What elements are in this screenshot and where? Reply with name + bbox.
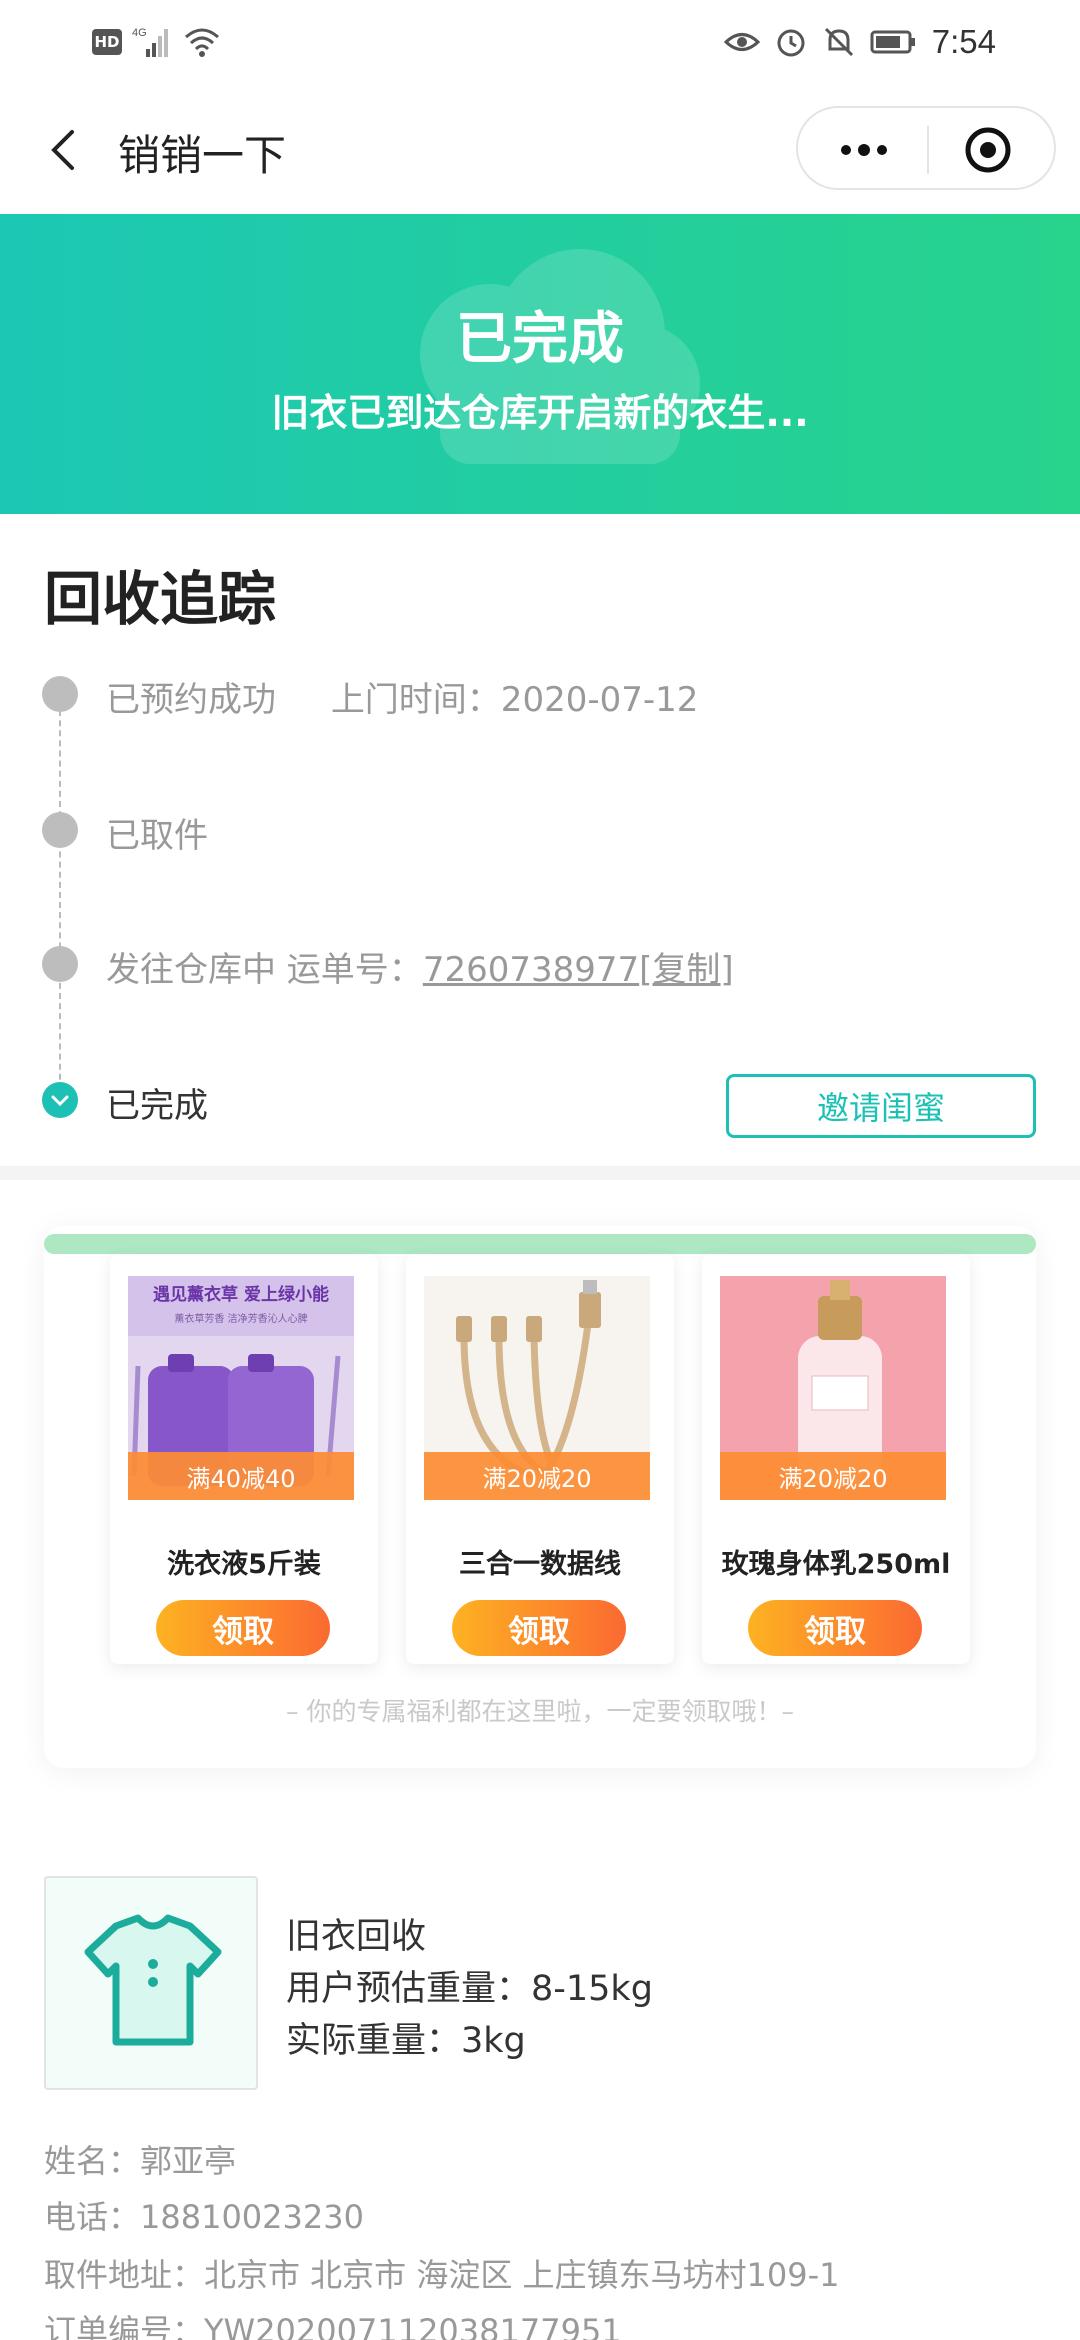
capsule-divider	[927, 126, 929, 174]
close-target-icon[interactable]	[964, 126, 1012, 174]
page-title: 销销一下	[118, 131, 287, 180]
timeline-step: 已取件	[106, 808, 208, 857]
visit-time: 上门时间：2020-07-12	[330, 680, 699, 720]
tracking-title: 回收追踪	[44, 565, 277, 633]
signal-icon: 4G	[132, 27, 168, 57]
product-type: 旧衣回收	[286, 1917, 427, 1957]
coupon-card: 遇见薰衣草 爱上绿小能 薰衣草芳香 洁净芳香沁人心脾 满40减40 洗衣液5斤装…	[110, 1254, 378, 1664]
coupon-tag: 满20减20	[720, 1452, 946, 1500]
step-label: 已预约成功	[106, 680, 276, 720]
contact-name: 姓名：郭亚亭	[44, 2142, 237, 2180]
status-bar: HD 4G 7:54	[0, 0, 1080, 86]
timeline-dot-done	[42, 1082, 78, 1118]
status-time: 7:54	[931, 23, 996, 60]
waybill-link[interactable]: 7260738977	[423, 950, 639, 990]
shirt-icon	[84, 1914, 222, 2046]
pickup-address: 取件地址：北京市 北京市 海淀区 上庄镇东马坊村109-1	[44, 2256, 840, 2294]
coupon-card: 满20减20 三合一数据线 领取	[406, 1254, 674, 1664]
timeline-line	[59, 700, 61, 1100]
detergent-banner-text: 遇见薰衣草 爱上绿小能	[153, 1284, 329, 1305]
order-number: 订单编号：YW202007112038177951	[44, 2312, 622, 2340]
more-icon[interactable]	[828, 128, 900, 172]
mute-bell-icon	[824, 27, 853, 57]
copy-link[interactable]: [复制]	[639, 950, 734, 990]
wifi-icon	[185, 28, 219, 57]
claim-coupon-button[interactable]: 领取	[748, 1600, 922, 1656]
claim-coupon-button[interactable]: 领取	[156, 1600, 330, 1656]
alarm-icon	[777, 29, 805, 57]
invite-friend-button[interactable]: 邀请闺蜜	[726, 1074, 1036, 1138]
banner-title: 已完成	[456, 307, 624, 372]
timeline-dot	[42, 676, 78, 712]
coupon-tag: 满20减20	[424, 1452, 650, 1500]
status-banner: 已完成 旧衣已到达仓库开启新的衣生...	[0, 214, 1080, 514]
eye-icon	[723, 33, 760, 51]
coupon-name: 玫瑰身体乳250ml	[721, 1549, 951, 1580]
status-right: 7:54	[723, 22, 996, 62]
actual-weight: 实际重量：3kg	[286, 2021, 526, 2061]
coupon-name: 洗衣液5斤装	[167, 1549, 321, 1580]
estimated-weight: 用户预估重量：8-15kg	[286, 1969, 653, 2009]
timeline-dot	[42, 812, 78, 848]
nav-bar: 销销一下	[0, 86, 1080, 214]
coupon-tag: 满40减40	[128, 1452, 354, 1500]
coupon-card: 满20减20 玫瑰身体乳250ml 领取	[702, 1254, 970, 1664]
step-label: 已取件	[106, 816, 208, 856]
mini-program-capsule	[796, 106, 1056, 190]
timeline-step: 已预约成功 上门时间：2020-07-12	[106, 672, 698, 721]
section-divider	[0, 1166, 1080, 1180]
back-arrow-icon[interactable]	[36, 120, 96, 180]
step-label: 发往仓库中 运单号：	[106, 950, 423, 990]
battery-icon	[870, 30, 915, 54]
contact-phone: 电话：18810023230	[44, 2198, 364, 2236]
hd-indicator: HD	[92, 29, 122, 55]
product-thumbnail	[44, 1876, 258, 2090]
coupon-footnote: – 你的专属福利都在这里啦，一定要领取哦！–	[286, 1697, 794, 1726]
timeline-step: 发往仓库中 运单号：7260738977[复制]	[106, 942, 734, 991]
chevron-down-icon	[51, 1095, 69, 1107]
step-label: 已完成	[106, 1086, 208, 1126]
status-left: HD 4G	[92, 22, 222, 62]
coupon-name: 三合一数据线	[459, 1549, 621, 1580]
claim-coupon-button[interactable]: 领取	[452, 1600, 626, 1656]
coupon-panel: 遇见薰衣草 爱上绿小能 薰衣草芳香 洁净芳香沁人心脾 满40减40 洗衣液5斤装…	[44, 1226, 1036, 1768]
detergent-banner-sub: 薰衣草芳香 洁净芳香沁人心脾	[174, 1312, 307, 1325]
timeline-step: 已完成	[106, 1078, 208, 1127]
banner-subtitle: 旧衣已到达仓库开启新的衣生...	[271, 391, 809, 435]
coupon-topbar	[44, 1234, 1036, 1254]
network-label: 4G	[132, 27, 147, 39]
timeline-dot	[42, 946, 78, 982]
